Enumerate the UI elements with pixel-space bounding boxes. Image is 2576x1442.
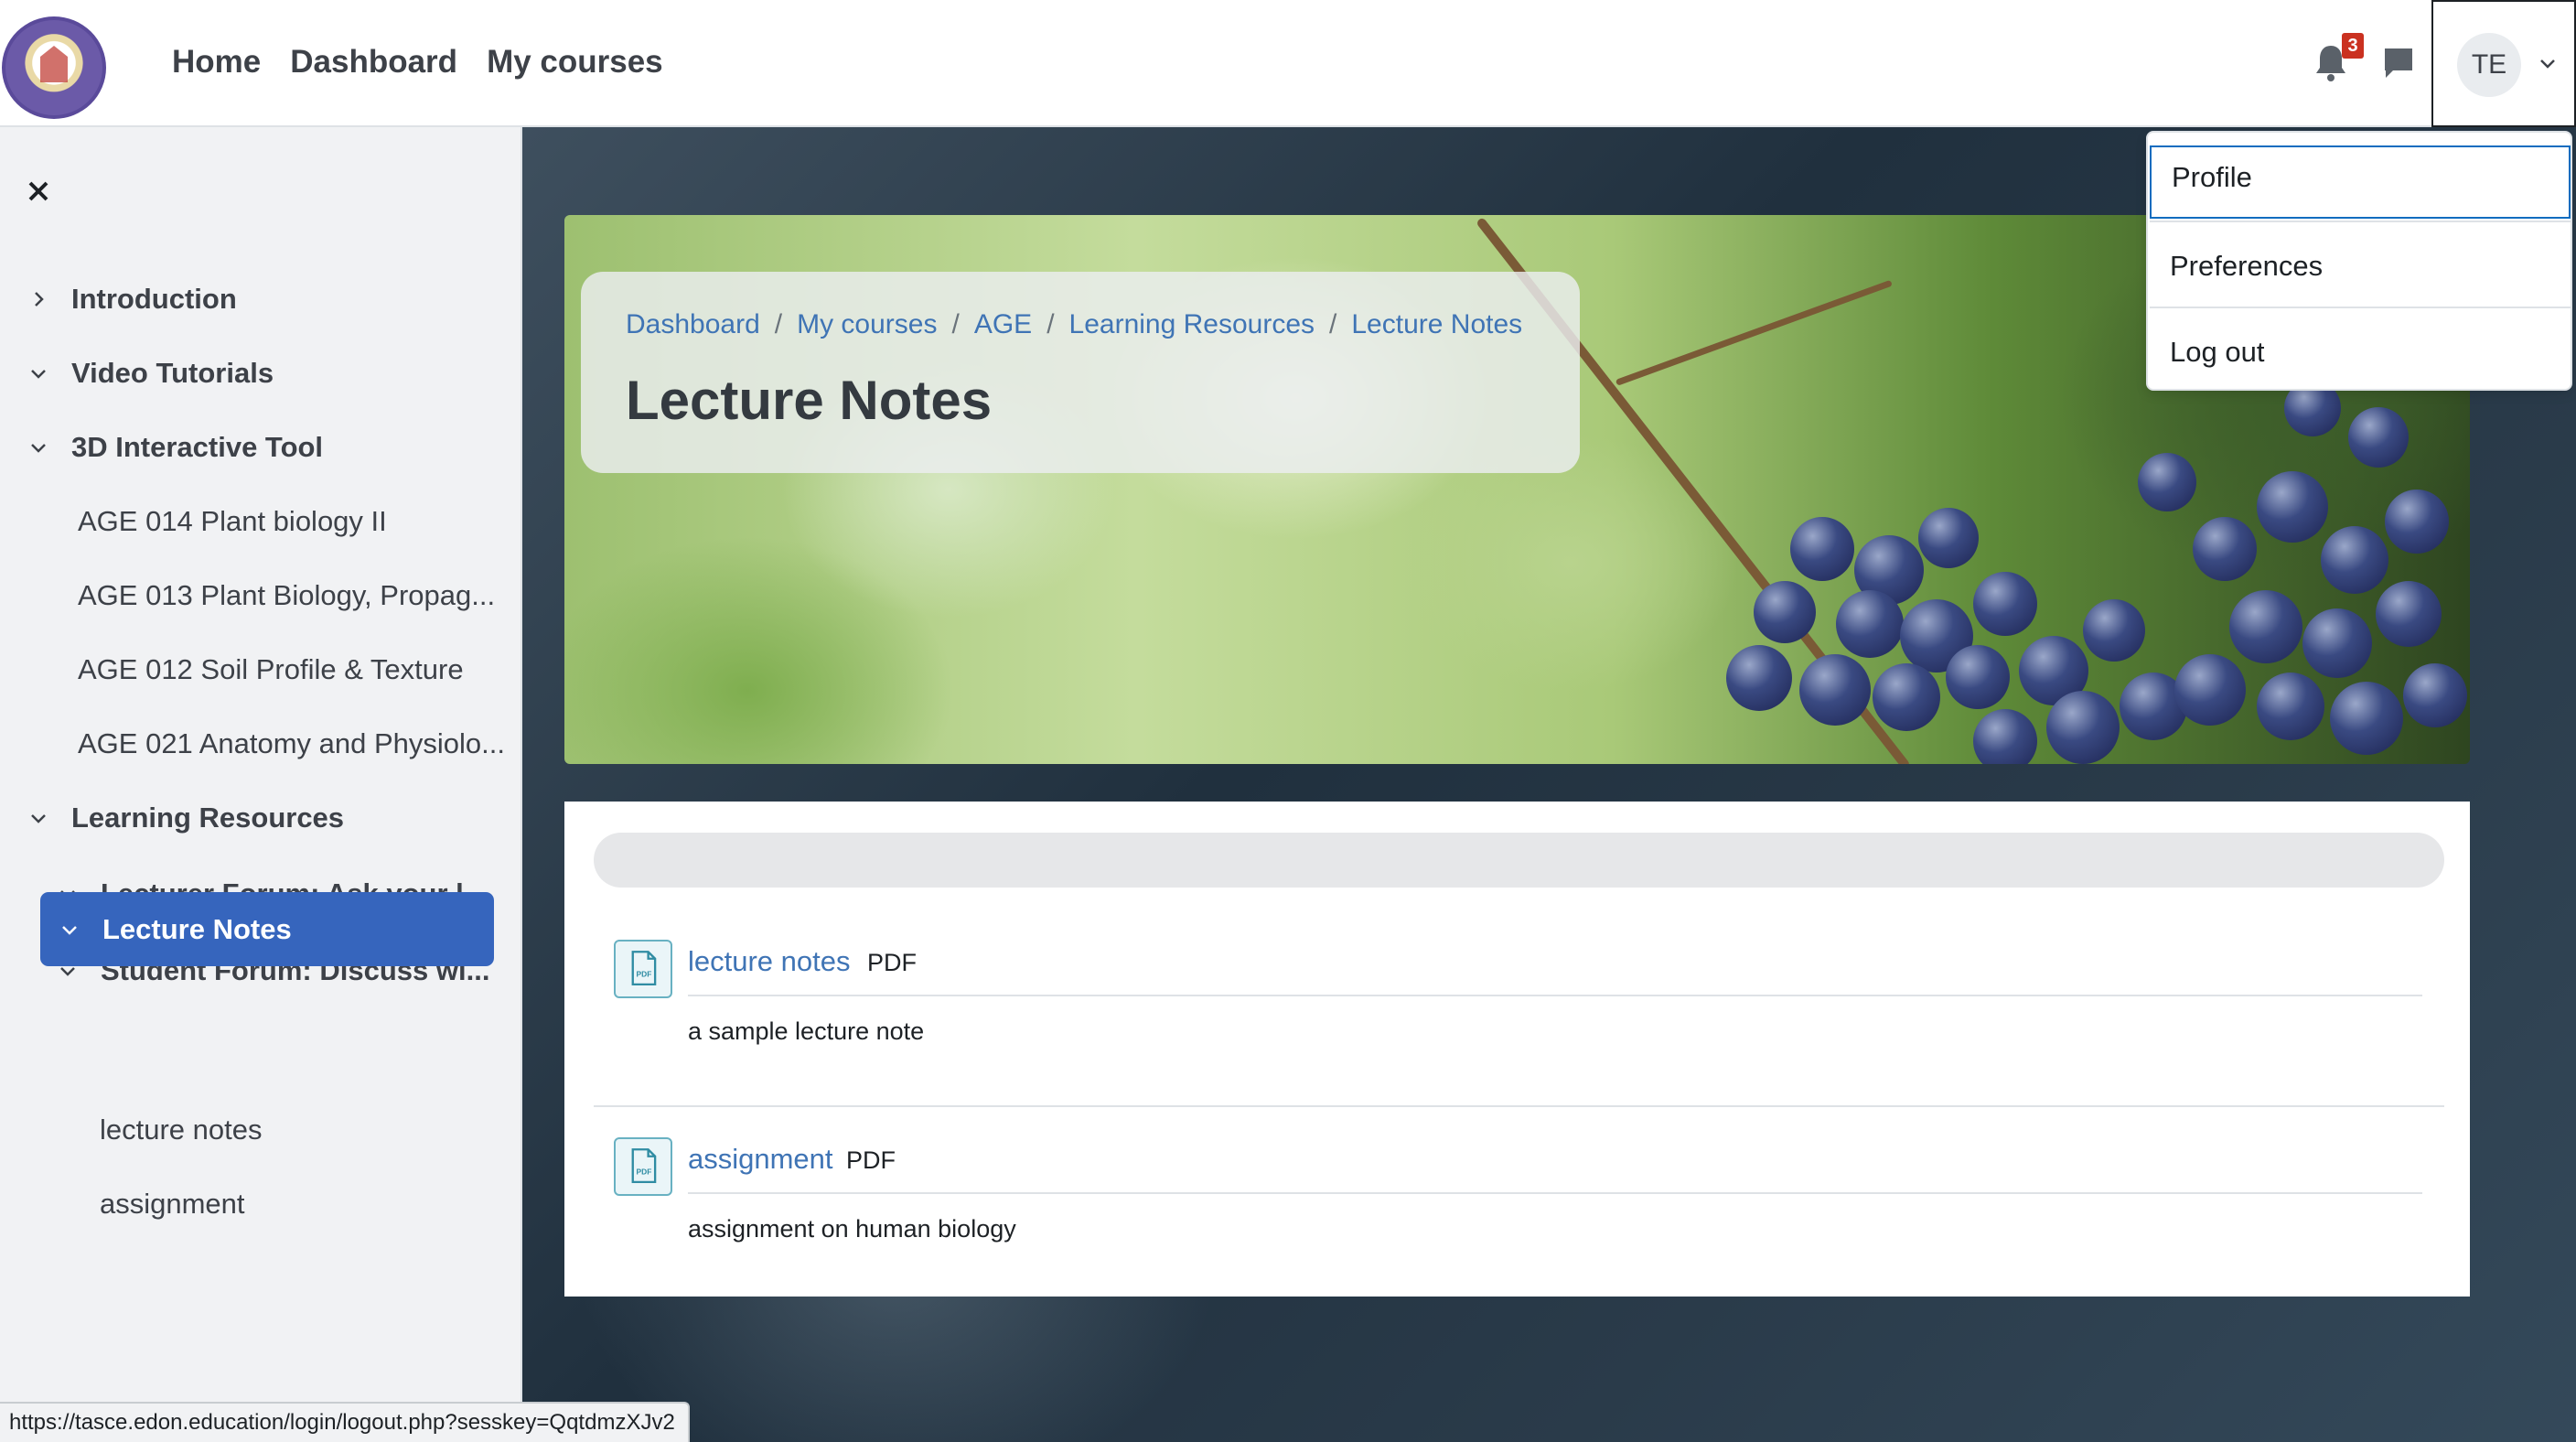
- activity-divider: [688, 995, 2422, 996]
- page-title: Lecture Notes: [626, 370, 993, 431]
- activity-label: assignment: [100, 1188, 245, 1220]
- pdf-file-icon[interactable]: PDF: [614, 1137, 672, 1196]
- chevron-down-icon: [31, 444, 46, 453]
- breadcrumb-lecture-notes[interactable]: Lecture Notes: [1351, 309, 1522, 340]
- browser-status-url: https://tasce.edon.education/login/logou…: [0, 1402, 690, 1442]
- breadcrumb-my-courses[interactable]: My courses: [797, 309, 937, 340]
- activity-description: a sample lecture note: [688, 1017, 925, 1045]
- breadcrumb-separator: /: [951, 309, 960, 339]
- chat-bubble-icon[interactable]: [2382, 46, 2415, 81]
- activity-label: AGE 013 Plant Biology, Propag...: [78, 579, 496, 611]
- svg-text:PDF: PDF: [637, 969, 652, 978]
- breadcrumb-separator: /: [1046, 309, 1055, 339]
- sidebar-item-lecture-notes-file[interactable]: lecture notes: [100, 1114, 263, 1146]
- section-label: Video Tutorials: [71, 357, 274, 389]
- user-menu-toggle[interactable]: TE: [2431, 0, 2576, 127]
- section-introduction[interactable]: Introduction: [27, 283, 237, 316]
- activity-label: lecture notes: [100, 1114, 263, 1146]
- chevron-right-icon: [35, 292, 44, 307]
- activity-description: assignment on human biology: [688, 1215, 1016, 1243]
- sidebar-item-assignment-file[interactable]: assignment: [100, 1188, 245, 1221]
- activity-label: AGE 021 Anatomy and Physiolo...: [78, 727, 505, 759]
- nav-home-link[interactable]: Home: [172, 44, 261, 81]
- chevron-down-icon: [31, 814, 46, 823]
- sidebar-item-age-012[interactable]: AGE 012 Soil Profile & Texture: [78, 653, 464, 686]
- activity-link-lecture-notes[interactable]: lecture notes: [688, 945, 851, 978]
- chevron-down-icon: [2540, 59, 2555, 69]
- subsection-label: Lecture Notes: [102, 912, 292, 945]
- breadcrumb-age[interactable]: AGE: [974, 309, 1032, 340]
- menu-item-profile[interactable]: Profile: [2150, 145, 2571, 219]
- breadcrumb-separator: /: [1329, 309, 1337, 339]
- svg-text:PDF: PDF: [637, 1167, 652, 1176]
- activity-type-badge: PDF: [846, 1146, 896, 1174]
- activity-link-assignment[interactable]: assignment: [688, 1143, 833, 1176]
- pdf-document-icon: PDF: [631, 951, 657, 986]
- site-logo[interactable]: [2, 16, 106, 119]
- section-3d-interactive-tool[interactable]: 3D Interactive Tool: [27, 431, 323, 464]
- pdf-document-icon: PDF: [631, 1148, 657, 1184]
- primary-navigation: Home Dashboard My courses: [172, 44, 663, 81]
- chevron-down-icon: [62, 925, 77, 935]
- breadcrumb-dashboard[interactable]: Dashboard: [626, 309, 760, 340]
- user-avatar: TE: [2457, 33, 2521, 97]
- activity-divider: [688, 1192, 2422, 1194]
- chevron-down-icon: [31, 370, 46, 379]
- breadcrumb: Dashboard / My courses / AGE / Learning …: [626, 309, 1522, 340]
- activity-row-divider: [594, 1105, 2444, 1107]
- breadcrumb-learning-resources[interactable]: Learning Resources: [1069, 309, 1315, 340]
- notification-count-badge: 3: [2342, 33, 2364, 59]
- section-label: Introduction: [71, 283, 237, 315]
- section-label: 3D Interactive Tool: [71, 431, 324, 463]
- section-learning-resources[interactable]: Learning Resources: [27, 802, 344, 834]
- activity-type-badge: PDF: [867, 949, 917, 976]
- close-drawer-icon[interactable]: [24, 177, 53, 206]
- course-index-drawer: Introduction Video Tutorials 3D Interact…: [0, 127, 522, 1442]
- section-video-tutorials[interactable]: Video Tutorials: [27, 357, 274, 390]
- breadcrumb-separator: /: [774, 309, 783, 339]
- nav-dashboard-link[interactable]: Dashboard: [290, 44, 457, 81]
- sidebar-item-age-021[interactable]: AGE 021 Anatomy and Physiolo...: [78, 727, 505, 760]
- section-summary-bar: [594, 833, 2444, 888]
- section-label: Learning Resources: [71, 802, 345, 834]
- sidebar-item-age-014[interactable]: AGE 014 Plant biology II: [78, 505, 387, 538]
- sidebar-item-lecture-notes-active[interactable]: Lecture Notes: [40, 892, 494, 966]
- activity-label: AGE 012 Soil Profile & Texture: [78, 653, 464, 685]
- activity-label: AGE 014 Plant biology II: [78, 505, 387, 537]
- nav-my-courses-link[interactable]: My courses: [487, 44, 663, 81]
- user-dropdown-menu: Profile Preferences Log out: [2146, 131, 2572, 391]
- menu-item-preferences[interactable]: Preferences: [2150, 221, 2571, 305]
- menu-item-logout[interactable]: Log out: [2150, 307, 2571, 391]
- pdf-file-icon[interactable]: PDF: [614, 940, 672, 998]
- sidebar-item-age-013[interactable]: AGE 013 Plant Biology, Propag...: [78, 579, 495, 612]
- top-navbar: Home Dashboard My courses 3 TE: [0, 0, 2576, 127]
